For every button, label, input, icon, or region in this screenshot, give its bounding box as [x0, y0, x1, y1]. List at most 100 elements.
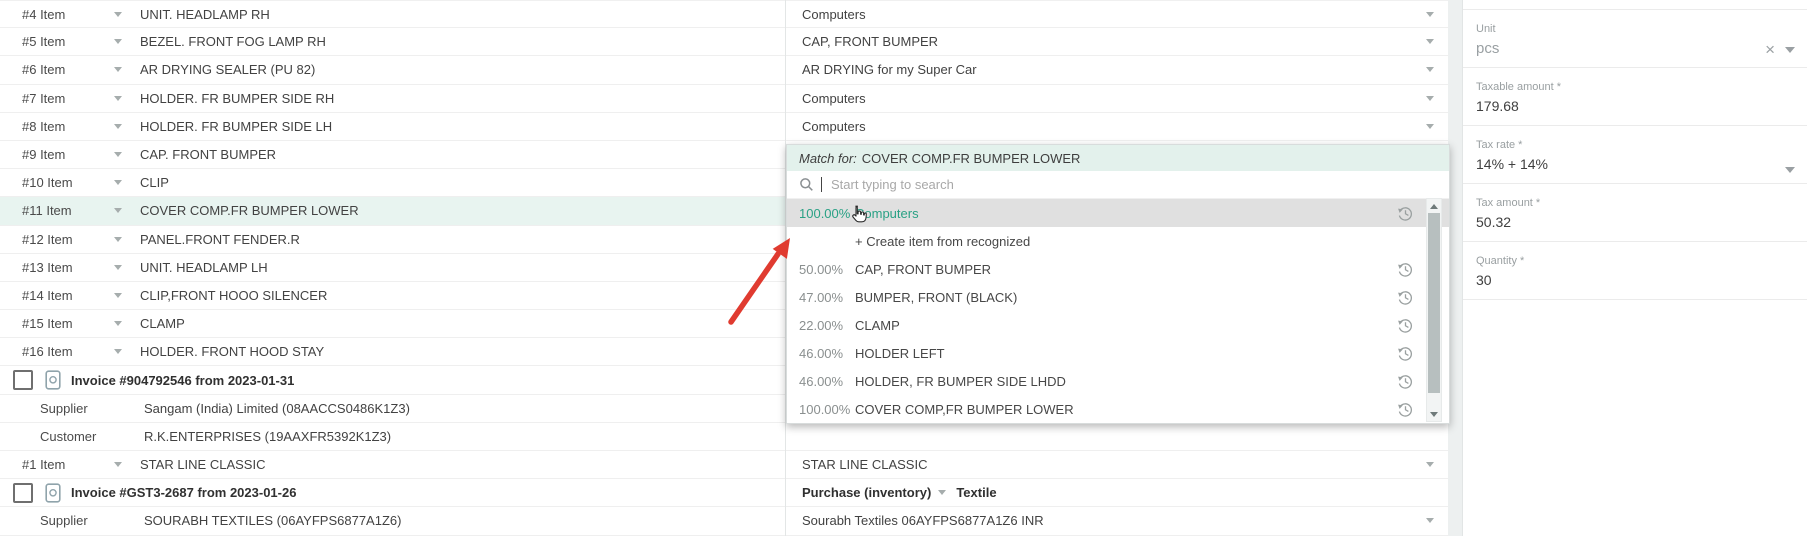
mapped-item-row[interactable]: Purchase (inventory) Textile: [786, 479, 1448, 507]
history-icon[interactable]: [1397, 317, 1414, 334]
item-row-chevron[interactable]: [114, 293, 140, 298]
mapped-item-row[interactable]: STAR LINE CLASSIC: [786, 451, 1448, 479]
table-row[interactable]: Invoice #904792546 from 2023-01-31: [0, 366, 785, 394]
item-number-label: #11 Item: [0, 203, 114, 218]
invoice-checkbox[interactable]: [13, 483, 33, 503]
field-label: Unit: [1476, 23, 1807, 35]
match-option[interactable]: 100.00%COVER COMP,FR BUMPER LOWER: [787, 395, 1449, 423]
category-label: Textile: [956, 485, 996, 500]
mapped-item-row[interactable]: AR DRYING for my Super Car: [786, 56, 1448, 84]
item-row-chevron[interactable]: [114, 180, 140, 185]
item-row-chevron[interactable]: [114, 237, 140, 242]
chevron-down-icon: [114, 152, 122, 157]
item-row-chevron[interactable]: [114, 124, 140, 129]
scroll-down-icon[interactable]: [1427, 407, 1441, 421]
table-row[interactable]: #15 ItemCLAMP: [0, 310, 785, 338]
field-input[interactable]: pcs: [1476, 40, 1807, 57]
match-percent: 100.00%: [799, 206, 849, 221]
invoice-document-icon: [45, 370, 62, 390]
field-label: Tax rate *: [1476, 139, 1807, 151]
chevron-down-icon[interactable]: [1426, 96, 1434, 101]
create-item-option[interactable]: + Create item from recognized: [787, 227, 1449, 255]
item-row-chevron[interactable]: [114, 152, 140, 157]
match-option[interactable]: 46.00%HOLDER LEFT: [787, 339, 1449, 367]
match-option[interactable]: 50.00%CAP, FRONT BUMPER: [787, 255, 1449, 283]
invoice-checkbox[interactable]: [13, 370, 33, 390]
item-row-chevron[interactable]: [114, 265, 140, 270]
table-row[interactable]: SupplierSOURABH TEXTILES (06AYFPS6877A1Z…: [0, 507, 785, 535]
table-row[interactable]: #7 ItemHOLDER. FR BUMPER SIDE RH: [0, 85, 785, 113]
table-row[interactable]: #14 ItemCLIP,FRONT HOOO SILENCER: [0, 282, 785, 310]
mapped-item-row[interactable]: Computers: [786, 113, 1448, 141]
chevron-down-icon[interactable]: [1426, 518, 1434, 523]
item-description: AR DRYING SEALER (PU 82): [140, 62, 315, 77]
history-icon[interactable]: [1397, 289, 1414, 306]
item-number-label: #12 Item: [0, 232, 114, 247]
mapped-item-row[interactable]: Sourabh Textiles 06AYFPS6877A1Z6 INR: [786, 507, 1448, 535]
history-icon[interactable]: [1397, 205, 1414, 222]
field-label: Customer: [0, 429, 144, 444]
table-row[interactable]: Invoice #GST3-2687 from 2023-01-26: [0, 479, 785, 507]
item-row-chevron[interactable]: [114, 462, 140, 467]
chevron-down-icon[interactable]: [1426, 462, 1434, 467]
table-row[interactable]: #16 ItemHOLDER. FRONT HOOD STAY: [0, 338, 785, 366]
item-row-chevron[interactable]: [114, 96, 140, 101]
item-row-chevron[interactable]: [114, 321, 140, 326]
field-input[interactable]: 30: [1476, 272, 1807, 289]
chevron-down-icon: [114, 237, 122, 242]
mapped-item-row[interactable]: Computers: [786, 0, 1448, 28]
left-rows: #4 ItemUNIT. HEADLAMP RH#5 ItemBEZEL. FR…: [0, 0, 785, 536]
table-row[interactable]: #5 ItemBEZEL. FRONT FOG LAMP RH: [0, 28, 785, 56]
match-option[interactable]: 100.00%Computers: [787, 199, 1449, 227]
dropdown-scrollbar[interactable]: [1426, 198, 1442, 422]
history-icon[interactable]: [1397, 345, 1414, 362]
table-row[interactable]: #1 ItemSTAR LINE CLASSIC: [0, 451, 785, 479]
history-icon[interactable]: [1397, 261, 1414, 278]
match-option[interactable]: 47.00%BUMPER, FRONT (BLACK): [787, 283, 1449, 311]
table-row[interactable]: #10 ItemCLIP: [0, 169, 785, 197]
item-row-chevron[interactable]: [114, 67, 140, 72]
match-option[interactable]: 22.00%CLAMP: [787, 311, 1449, 339]
table-row[interactable]: #6 ItemAR DRYING SEALER (PU 82): [0, 56, 785, 84]
item-row-chevron[interactable]: [114, 12, 140, 17]
item-row-chevron[interactable]: [114, 208, 140, 213]
scrollbar-thumb[interactable]: [1428, 213, 1440, 393]
match-percent: 46.00%: [799, 374, 849, 389]
table-row[interactable]: #9 ItemCAP. FRONT BUMPER: [0, 141, 785, 169]
scroll-up-icon[interactable]: [1427, 199, 1441, 213]
mapped-item-row[interactable]: Computers: [786, 85, 1448, 113]
chevron-down-icon[interactable]: [1785, 47, 1795, 53]
field-icons: [1785, 167, 1795, 173]
chevron-down-icon[interactable]: [1426, 67, 1434, 72]
mapped-item-value: AR DRYING for my Super Car: [786, 62, 977, 77]
clear-icon[interactable]: ×: [1765, 43, 1775, 57]
table-row[interactable]: SupplierSangam (India) Limited (08AACCS0…: [0, 395, 785, 423]
item-row-chevron[interactable]: [114, 39, 140, 44]
field-input[interactable]: 14% + 14%: [1476, 156, 1807, 173]
chevron-down-icon[interactable]: [1426, 39, 1434, 44]
table-row[interactable]: #8 ItemHOLDER. FR BUMPER SIDE LH: [0, 113, 785, 141]
chevron-down-icon[interactable]: [1426, 12, 1434, 17]
mapped-item-row[interactable]: CAP, FRONT BUMPER: [786, 28, 1448, 56]
match-option[interactable]: 46.00%HOLDER, FR BUMPER SIDE LHDD: [787, 367, 1449, 395]
search-input[interactable]: [829, 176, 1253, 193]
chevron-down-icon: [938, 490, 946, 495]
chevron-down-icon[interactable]: [1785, 167, 1795, 173]
table-row[interactable]: #12 Item PANEL.FRONT FENDER.R: [0, 226, 785, 254]
history-icon[interactable]: [1397, 373, 1414, 390]
chevron-down-icon[interactable]: [1426, 124, 1434, 129]
table-row[interactable]: #4 ItemUNIT. HEADLAMP RH: [0, 0, 785, 28]
field-input[interactable]: 179.68: [1476, 98, 1807, 115]
item-description: PANEL.FRONT FENDER.R: [140, 232, 300, 247]
table-row[interactable]: CustomerR.K.ENTERPRISES (19AAXFR5392K1Z3…: [0, 423, 785, 451]
purchase-type-select[interactable]: Purchase (inventory): [786, 485, 931, 500]
field-input[interactable]: 50.32: [1476, 214, 1807, 231]
item-row-chevron[interactable]: [114, 349, 140, 354]
field-value: R.K.ENTERPRISES (19AAXFR5392K1Z3): [144, 429, 391, 444]
sidebar-field: Taxable amount *179.68: [1463, 68, 1807, 126]
match-name: + Create item from recognized: [855, 234, 1030, 249]
table-row[interactable]: #11 ItemCOVER COMP.FR BUMPER LOWER: [0, 197, 785, 225]
table-row[interactable]: #13 ItemUNIT. HEADLAMP LH: [0, 254, 785, 282]
history-icon[interactable]: [1397, 401, 1414, 418]
item-number-label: #16 Item: [0, 344, 114, 359]
